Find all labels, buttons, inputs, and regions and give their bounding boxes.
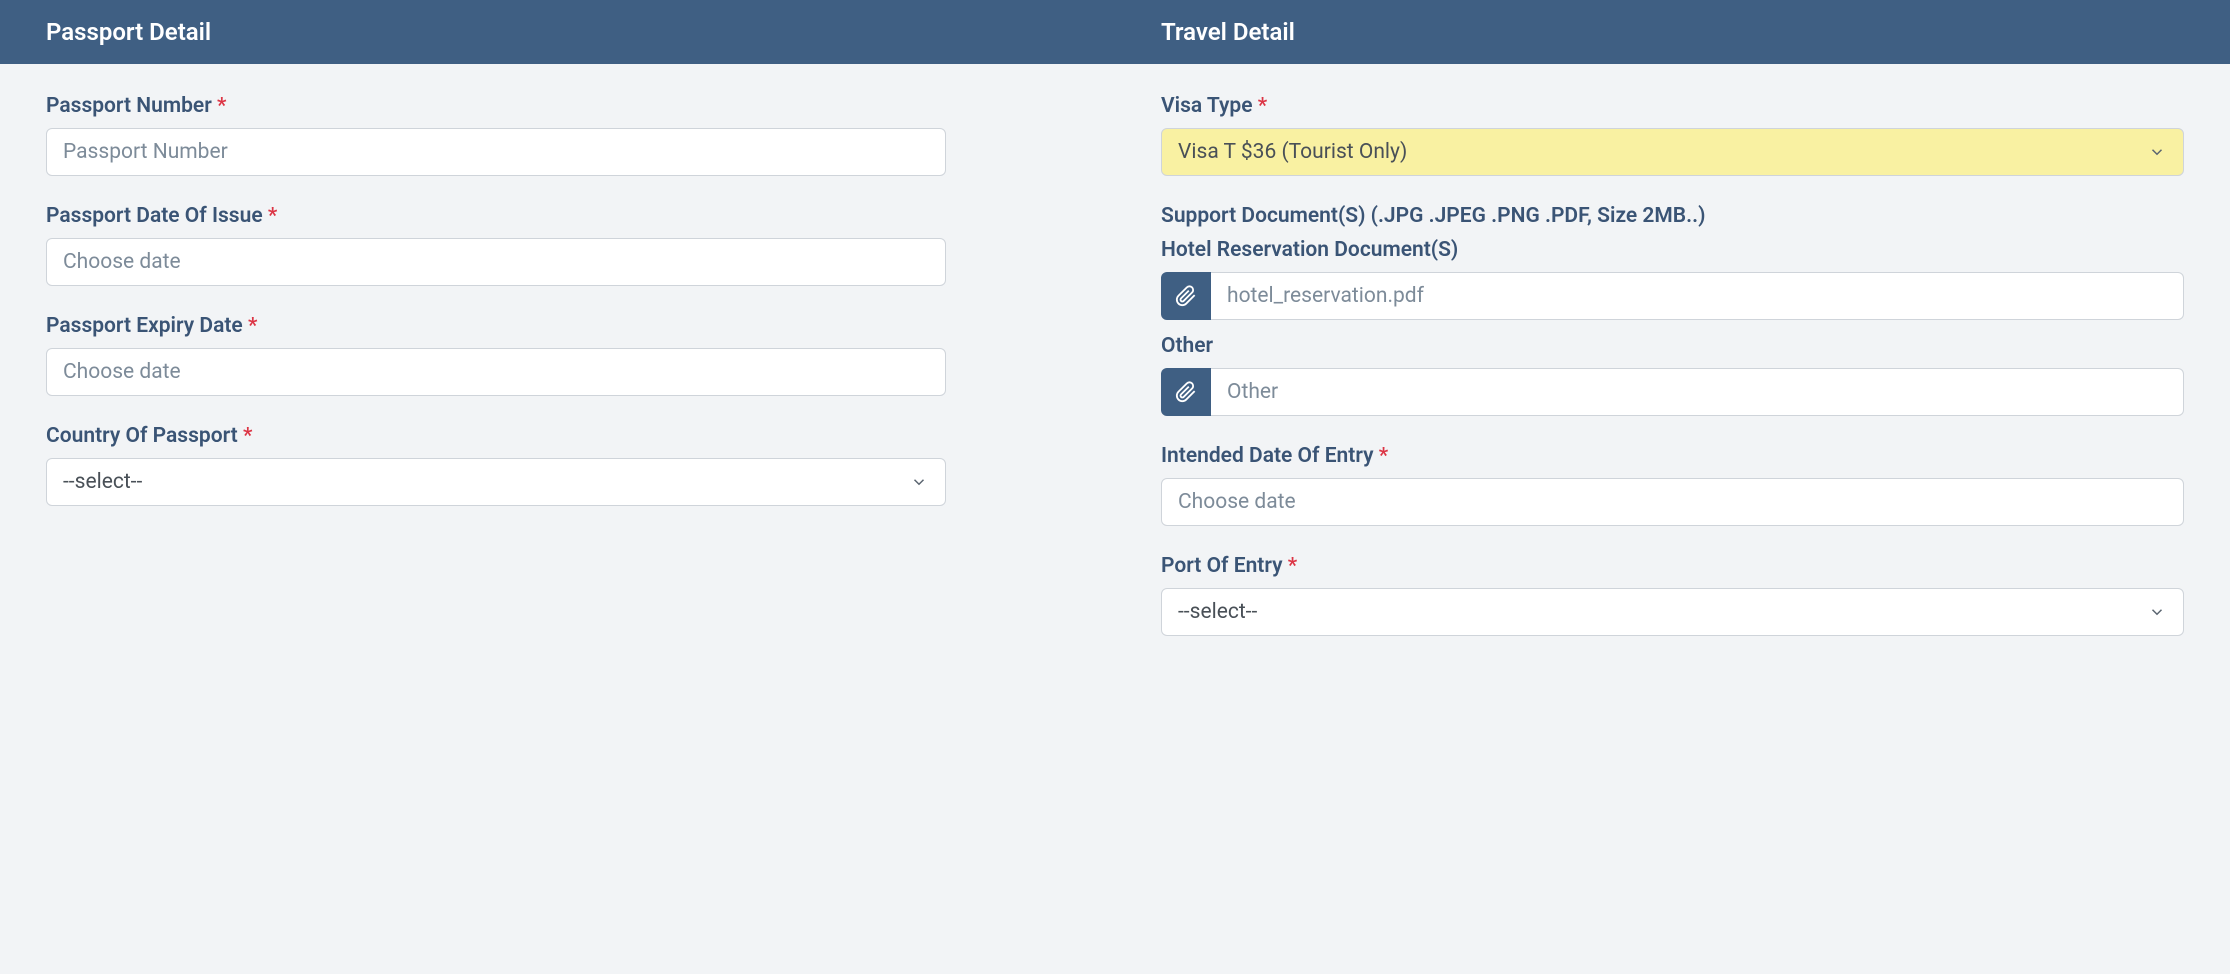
label-text: Passport Date Of Issue bbox=[46, 204, 263, 228]
visa-type-group: Visa Type * Visa T $36 (Tourist Only) bbox=[1161, 94, 2184, 176]
label-text: Passport Number bbox=[46, 94, 212, 118]
port-of-entry-group: Port Of Entry * --select-- bbox=[1161, 554, 2184, 636]
label-text: Port Of Entry bbox=[1161, 554, 1283, 578]
form-body: Passport Number * Passport Date Of Issue… bbox=[0, 64, 2230, 694]
travel-detail-title: Travel Detail bbox=[1161, 18, 1295, 46]
hotel-reservation-label: Hotel Reservation Document(S) bbox=[1161, 238, 2184, 262]
passport-header-col: Passport Detail bbox=[0, 0, 1115, 64]
other-file-input[interactable] bbox=[1211, 368, 2184, 416]
port-of-entry-label: Port Of Entry * bbox=[1161, 554, 2184, 578]
passport-issue-date-label: Passport Date Of Issue * bbox=[46, 204, 1069, 228]
passport-expiry-date-group: Passport Expiry Date * bbox=[46, 314, 1069, 396]
passport-expiry-date-input[interactable] bbox=[46, 348, 946, 396]
country-of-passport-label: Country Of Passport * bbox=[46, 424, 1069, 448]
support-document-label: Support Document(S) (.JPG .JPEG .PNG .PD… bbox=[1161, 204, 2184, 228]
hotel-reservation-file-input[interactable] bbox=[1211, 272, 2184, 320]
hotel-reservation-attach-button[interactable] bbox=[1161, 272, 1211, 320]
label-text: Country Of Passport bbox=[46, 424, 238, 448]
required-mark: * bbox=[217, 94, 226, 118]
travel-header-col: Travel Detail bbox=[1115, 0, 2230, 64]
other-attach-button[interactable] bbox=[1161, 368, 1211, 416]
visa-type-label: Visa Type * bbox=[1161, 94, 2184, 118]
visa-type-select[interactable]: Visa T $36 (Tourist Only) bbox=[1161, 128, 2184, 176]
country-select-wrapper: --select-- bbox=[46, 458, 946, 506]
label-text: Passport Expiry Date bbox=[46, 314, 243, 338]
passport-detail-title: Passport Detail bbox=[46, 18, 211, 46]
hotel-reservation-file-group bbox=[1161, 272, 2184, 320]
port-select-wrapper: --select-- bbox=[1161, 588, 2184, 636]
other-doc-label: Other bbox=[1161, 334, 2184, 358]
support-document-group: Support Document(S) (.JPG .JPEG .PNG .PD… bbox=[1161, 204, 2184, 416]
intended-entry-date-input[interactable] bbox=[1161, 478, 2184, 526]
port-of-entry-select[interactable]: --select-- bbox=[1161, 588, 2184, 636]
country-of-passport-select[interactable]: --select-- bbox=[46, 458, 946, 506]
visa-type-select-wrapper: Visa T $36 (Tourist Only) bbox=[1161, 128, 2184, 176]
section-header: Passport Detail Travel Detail bbox=[0, 0, 2230, 64]
intended-entry-date-label: Intended Date Of Entry * bbox=[1161, 444, 2184, 468]
passport-issue-date-group: Passport Date Of Issue * bbox=[46, 204, 1069, 286]
passport-number-group: Passport Number * bbox=[46, 94, 1069, 176]
passport-issue-date-input[interactable] bbox=[46, 238, 946, 286]
required-mark: * bbox=[243, 424, 252, 448]
paperclip-icon bbox=[1175, 285, 1197, 307]
passport-column: Passport Number * Passport Date Of Issue… bbox=[0, 94, 1115, 664]
passport-number-input[interactable] bbox=[46, 128, 946, 176]
passport-number-label: Passport Number * bbox=[46, 94, 1069, 118]
required-mark: * bbox=[248, 314, 257, 338]
travel-column: Visa Type * Visa T $36 (Tourist Only) Su… bbox=[1115, 94, 2230, 664]
required-mark: * bbox=[268, 204, 277, 228]
country-of-passport-group: Country Of Passport * --select-- bbox=[46, 424, 1069, 506]
label-text: Intended Date Of Entry bbox=[1161, 444, 1374, 468]
required-mark: * bbox=[1258, 94, 1267, 118]
other-file-group bbox=[1161, 368, 2184, 416]
required-mark: * bbox=[1288, 554, 1297, 578]
required-mark: * bbox=[1379, 444, 1388, 468]
passport-expiry-date-label: Passport Expiry Date * bbox=[46, 314, 1069, 338]
intended-entry-date-group: Intended Date Of Entry * bbox=[1161, 444, 2184, 526]
label-text: Visa Type bbox=[1161, 94, 1253, 118]
paperclip-icon bbox=[1175, 381, 1197, 403]
